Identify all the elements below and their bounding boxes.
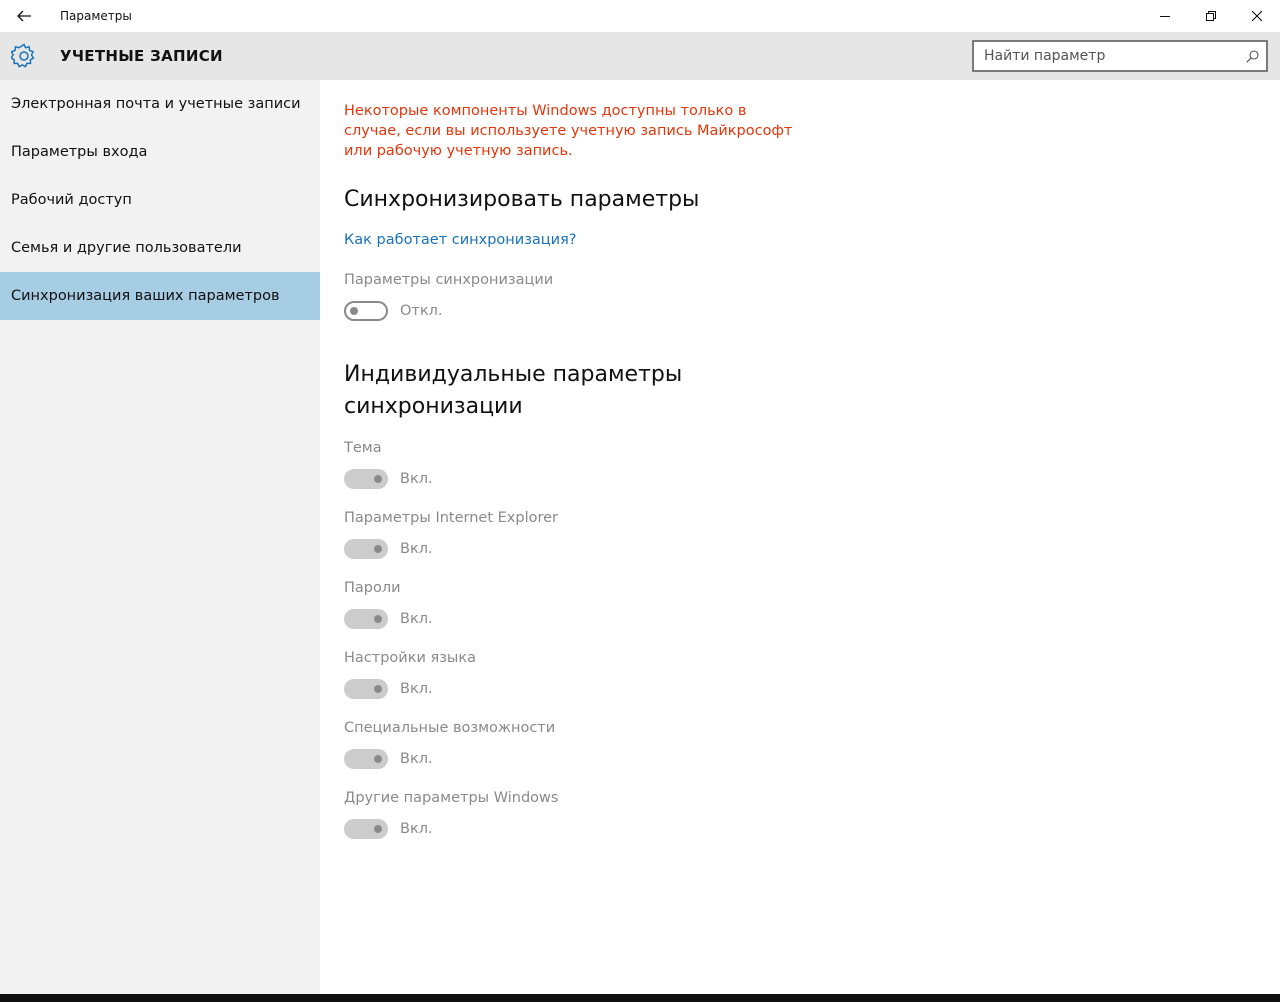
window-controls (1142, 0, 1280, 32)
toggle-state-text: Откл. (400, 303, 443, 319)
close-button[interactable] (1234, 0, 1280, 32)
toggle-state-text: Вкл. (400, 821, 433, 837)
sidebar-item-sign-in-options[interactable]: Параметры входа (0, 128, 320, 176)
passwords-toggle-row: Вкл. (344, 609, 433, 629)
passwords-label: Пароли (344, 580, 401, 596)
app-title: Параметры (60, 9, 132, 23)
other-windows-label: Другие параметры Windows (344, 790, 559, 806)
theme-label: Тема (344, 440, 382, 456)
toggle-state-text: Вкл. (400, 471, 433, 487)
ie-settings-label: Параметры Internet Explorer (344, 510, 559, 526)
sidebar-item-label: Параметры входа (11, 144, 148, 160)
individual-heading-line2: синхронизации (344, 394, 523, 419)
title-bar: Параметры (0, 0, 1280, 32)
minimize-button[interactable] (1142, 0, 1188, 32)
sync-heading: Синхронизировать параметры (344, 187, 700, 212)
sidebar-item-sync[interactable]: Синхронизация ваших параметров (0, 272, 320, 320)
search-box[interactable] (972, 40, 1268, 72)
language-label: Настройки языка (344, 650, 477, 666)
toggle-state-text: Вкл. (400, 751, 433, 767)
restore-icon (1206, 11, 1216, 21)
sidebar-item-label: Семья и другие пользователи (11, 240, 242, 256)
language-toggle[interactable] (344, 679, 388, 699)
gear-icon-container (0, 32, 48, 80)
toggle-state-text: Вкл. (400, 611, 433, 627)
search-input[interactable] (974, 42, 1238, 70)
sidebar: Электронная почта и учетные записи Парам… (0, 80, 320, 994)
passwords-toggle[interactable] (344, 609, 388, 629)
warning-message: Некоторые компоненты Windows доступны то… (344, 103, 793, 159)
other-windows-toggle-row: Вкл. (344, 819, 433, 839)
sidebar-item-email-accounts[interactable]: Электронная почта и учетные записи (0, 80, 320, 128)
settings-window: Параметры УЧЕТНЫЕ ЗАПИСИ Найти параметр … (0, 0, 1280, 1002)
toggle-knob (374, 825, 382, 833)
theme-toggle-row: Вкл. (344, 469, 433, 489)
language-toggle-row: Вкл. (344, 679, 433, 699)
back-button[interactable] (0, 0, 48, 32)
toggle-knob (374, 475, 382, 483)
sidebar-item-label: Электронная почта и учетные записи (11, 96, 301, 112)
ie-settings-toggle[interactable] (344, 539, 388, 559)
toggle-state-text: Вкл. (400, 541, 433, 557)
toggle-knob (374, 685, 382, 693)
taskbar (0, 994, 1280, 1002)
toggle-state-text: Вкл. (400, 681, 433, 697)
sync-settings-label: Параметры синхронизации (344, 272, 554, 288)
toggle-knob (374, 755, 382, 763)
close-icon (1252, 11, 1262, 21)
minimize-icon (1160, 16, 1170, 17)
sidebar-item-label: Синхронизация ваших параметров (11, 288, 280, 304)
gear-icon (11, 43, 35, 68)
search-icon[interactable] (1238, 42, 1266, 70)
theme-toggle[interactable] (344, 469, 388, 489)
accessibility-toggle-row: Вкл. (344, 749, 433, 769)
how-sync-works-link[interactable]: Как работает синхронизация? (344, 232, 577, 248)
individual-heading-line1: Индивидуальные параметры (344, 362, 683, 387)
sidebar-item-work-access[interactable]: Рабочий доступ (0, 176, 320, 224)
accessibility-label: Специальные возможности (344, 720, 556, 736)
toggle-knob (374, 615, 382, 623)
ie-settings-toggle-row: Вкл. (344, 539, 433, 559)
sync-settings-toggle-row: Откл. (344, 301, 443, 321)
other-windows-toggle[interactable] (344, 819, 388, 839)
sidebar-item-family[interactable]: Семья и другие пользователи (0, 224, 320, 272)
sync-settings-toggle[interactable] (344, 301, 388, 321)
accessibility-toggle[interactable] (344, 749, 388, 769)
sidebar-item-label: Рабочий доступ (11, 192, 132, 208)
section-title: УЧЕТНЫЕ ЗАПИСИ (60, 47, 223, 65)
page-header: УЧЕТНЫЕ ЗАПИСИ (0, 32, 1280, 80)
back-arrow-icon (17, 10, 31, 22)
toggle-knob (374, 545, 382, 553)
restore-button[interactable] (1188, 0, 1234, 32)
toggle-knob (350, 307, 358, 315)
